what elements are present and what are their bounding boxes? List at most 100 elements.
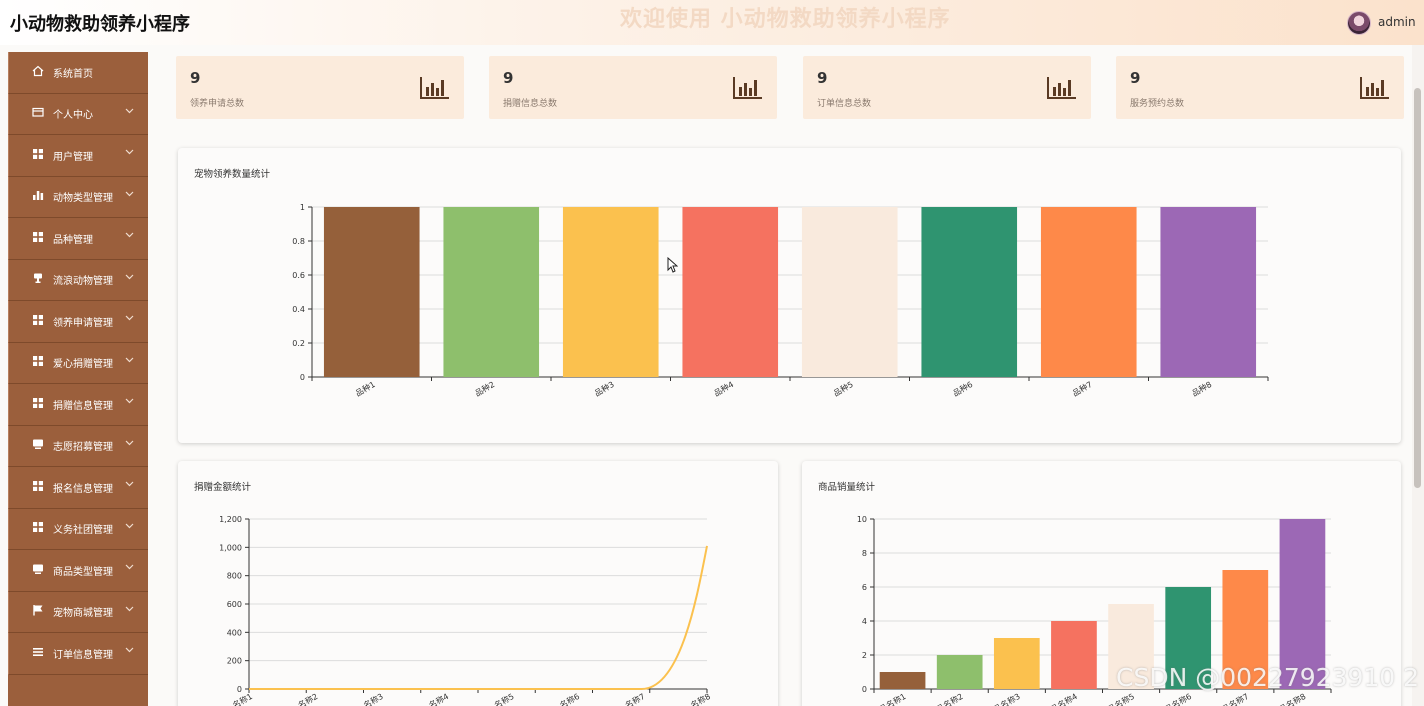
sidebar-item-1[interactable]: 个人中心 bbox=[8, 93, 148, 135]
sidebar-item-13[interactable]: 宠物商城管理 bbox=[8, 591, 148, 633]
sidebar-item-11[interactable]: 义务社团管理 bbox=[8, 508, 148, 550]
grid-icon bbox=[31, 314, 45, 329]
grid-icon bbox=[31, 480, 45, 495]
x-tick-label: 品种7 bbox=[1070, 379, 1093, 398]
bar bbox=[562, 207, 659, 377]
sidebar-item-7[interactable]: 爱心捐赠管理 bbox=[8, 342, 148, 384]
y-tick-label: 600 bbox=[227, 600, 242, 609]
stat-card-orders: 9 订单信息总数 bbox=[803, 56, 1091, 119]
donation-chart-panel: 捐赠金额统计 0 200 400 600 800 1,000 1,200 名称1 名称2 名称3 名… bbox=[178, 461, 778, 706]
bar-chart-icon bbox=[1047, 77, 1076, 99]
grid-icon bbox=[31, 521, 45, 536]
bar bbox=[1051, 621, 1097, 689]
monitor-icon bbox=[31, 563, 45, 578]
y-tick-label: 0.2 bbox=[292, 339, 305, 348]
sidebar-item-8[interactable]: 捐赠信息管理 bbox=[8, 384, 148, 426]
x-tick-label: 商品名称2 bbox=[928, 691, 965, 706]
chevron-down-icon bbox=[125, 148, 134, 158]
bar bbox=[1040, 207, 1137, 377]
grid-icon bbox=[31, 355, 45, 370]
sidebar-item-3[interactable]: 动物类型管理 bbox=[8, 176, 148, 218]
username-label[interactable]: admin bbox=[1378, 15, 1416, 29]
sidebar-item-label: 商品类型管理 bbox=[53, 566, 113, 578]
chevron-down-icon bbox=[125, 314, 134, 324]
y-tick-label: 800 bbox=[227, 572, 242, 581]
bar bbox=[936, 655, 983, 689]
x-tick-label: 商品名称4 bbox=[1042, 691, 1079, 706]
y-tick-label: 1,200 bbox=[219, 515, 242, 524]
stat-value: 9 bbox=[817, 69, 828, 87]
bar bbox=[801, 207, 898, 377]
x-tick-label: 品种1 bbox=[353, 379, 376, 398]
x-tick-label: 品种5 bbox=[831, 379, 854, 398]
chevron-down-icon bbox=[125, 563, 134, 573]
grid-icon bbox=[31, 397, 45, 412]
bar-chart-icon bbox=[420, 77, 449, 99]
sidebar-item-label: 宠物商城管理 bbox=[53, 608, 113, 620]
chevron-down-icon bbox=[125, 356, 134, 366]
sidebar-item-label: 流浪动物管理 bbox=[53, 276, 113, 288]
y-tick-label: 1,000 bbox=[219, 543, 242, 552]
stat-value: 9 bbox=[503, 69, 514, 87]
chevron-down-icon bbox=[125, 107, 134, 117]
sidebar-item-9[interactable]: 志愿招募管理 bbox=[8, 425, 148, 467]
x-tick-label: 商品名称7 bbox=[1213, 691, 1250, 706]
watermark: CSDN @00227923910 2 bbox=[1116, 663, 1420, 692]
sidebar-item-0[interactable]: 系统首页 bbox=[8, 52, 148, 94]
sidebar-item-6[interactable]: 领养申请管理 bbox=[8, 301, 148, 343]
x-tick-label: 商品名称8 bbox=[1270, 691, 1307, 706]
bar bbox=[682, 207, 779, 377]
x-tick-label: 名称2 bbox=[296, 691, 319, 706]
y-tick-label: 1 bbox=[300, 203, 305, 212]
sidebar-item-label: 用户管理 bbox=[53, 151, 93, 163]
sidebar-item-label: 系统首页 bbox=[53, 68, 93, 80]
chevron-down-icon bbox=[125, 522, 134, 532]
sidebar-item-label: 个人中心 bbox=[53, 110, 93, 122]
bar bbox=[1160, 207, 1257, 377]
sidebar-item-label: 领养申请管理 bbox=[53, 317, 113, 329]
bar bbox=[921, 207, 1018, 377]
adoption-chart-panel: 宠物领养数量统计 0 0.2 0.4 0.6 0.8 1 品种1 品种2 品种3 品种4 品种5 品种… bbox=[178, 148, 1401, 443]
sidebar-item-label: 捐赠信息管理 bbox=[53, 400, 113, 412]
top-header: 小动物救助领养小程序 欢迎使用 小动物救助领养小程序 admin bbox=[0, 0, 1424, 45]
x-tick-label: 品种8 bbox=[1190, 379, 1213, 398]
chevron-down-icon bbox=[125, 605, 134, 615]
chevron-down-icon bbox=[125, 397, 134, 407]
sidebar-item-4[interactable]: 品种管理 bbox=[8, 218, 148, 260]
y-tick-label: 0 bbox=[237, 685, 242, 694]
series-line bbox=[249, 545, 708, 690]
x-tick-label: 商品名称1 bbox=[870, 691, 907, 706]
sidebar-item-12[interactable]: 商品类型管理 bbox=[8, 550, 148, 592]
sidebar-item-label: 报名信息管理 bbox=[53, 483, 113, 495]
x-tick-label: 名称8 bbox=[689, 691, 712, 706]
x-tick-label: 名称3 bbox=[362, 691, 385, 706]
trophy-icon bbox=[31, 272, 45, 287]
x-tick-label: 商品名称6 bbox=[1156, 691, 1193, 706]
sidebar-item-5[interactable]: 流浪动物管理 bbox=[8, 259, 148, 301]
sidebar-item-14[interactable]: 订单信息管理 bbox=[8, 633, 148, 675]
monitor-icon bbox=[31, 438, 45, 453]
bar bbox=[323, 207, 420, 377]
x-tick-label: 商品名称3 bbox=[985, 691, 1022, 706]
scrollbar-thumb[interactable] bbox=[1414, 88, 1421, 488]
stat-value: 9 bbox=[1130, 69, 1141, 87]
sidebar-item-label: 品种管理 bbox=[53, 234, 93, 246]
y-tick-label: 10 bbox=[857, 515, 867, 524]
chevron-down-icon bbox=[125, 231, 134, 241]
avatar[interactable] bbox=[1347, 11, 1371, 35]
chevron-down-icon bbox=[125, 273, 134, 283]
y-tick-label: 0.4 bbox=[292, 305, 305, 314]
donation-line-chart: 0 200 400 600 800 1,000 1,200 名称1 名称2 名称3 名称4 名称5 名称… bbox=[219, 515, 712, 706]
stat-label: 订单信息总数 bbox=[817, 99, 872, 109]
bar-chart-icon bbox=[733, 77, 762, 99]
y-tick-label: 8 bbox=[862, 549, 867, 558]
stat-label: 领养申请总数 bbox=[190, 99, 245, 109]
y-tick-label: 2 bbox=[862, 651, 867, 660]
sidebar-item-2[interactable]: 用户管理 bbox=[8, 135, 148, 177]
x-tick-label: 名称6 bbox=[558, 691, 581, 706]
sidebar-item-label: 爱心捐赠管理 bbox=[53, 359, 113, 371]
x-tick-label: 名称5 bbox=[492, 691, 515, 706]
sidebar-item-10[interactable]: 报名信息管理 bbox=[8, 467, 148, 509]
x-tick-label: 品种4 bbox=[712, 379, 735, 398]
bar-chart-icon bbox=[31, 189, 45, 204]
